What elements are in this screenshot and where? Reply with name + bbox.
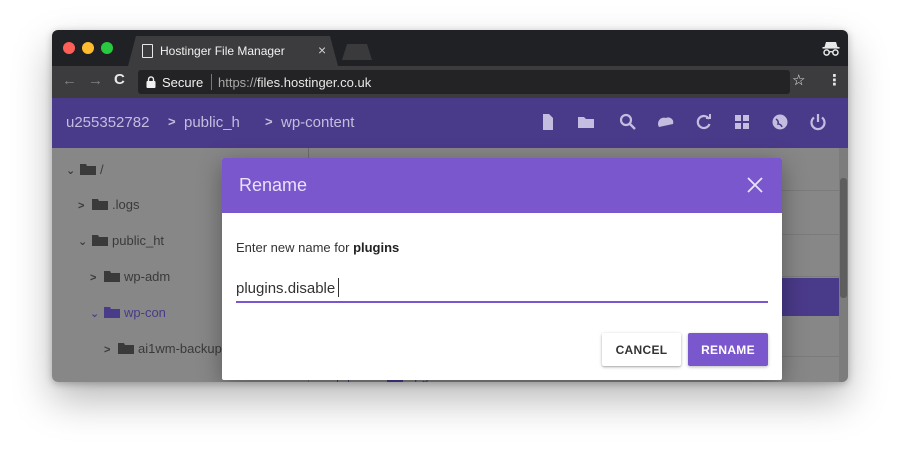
- url-text: https://files.hostinger.co.uk: [218, 75, 371, 90]
- dialog-prompt: Enter new name for plugins: [236, 240, 399, 255]
- breadcrumb-public[interactable]: public_h: [184, 114, 240, 131]
- tree-item-wp-admin[interactable]: > wp-adm: [90, 269, 170, 289]
- prompt-text: Enter new name for: [236, 240, 354, 255]
- new-folder-icon[interactable]: [576, 112, 596, 132]
- globe-icon[interactable]: [770, 112, 790, 132]
- tree-item-label: ai1wm-backups: [138, 341, 229, 356]
- rename-dialog: Rename Enter new name for plugins CANCEL…: [222, 158, 782, 380]
- tree-item-wp-content[interactable]: ⌄ wp-con: [90, 305, 166, 325]
- browser-toolbar: ← → C Secure https://files.hostinger.co.…: [52, 66, 848, 98]
- breadcrumb-wp-content[interactable]: wp-content: [281, 114, 354, 131]
- bookmark-star-icon[interactable]: ☆: [792, 71, 805, 89]
- list-scrollbar[interactable]: [839, 148, 848, 382]
- minimize-window-button[interactable]: [82, 42, 94, 54]
- folder-open-icon: [104, 307, 120, 318]
- secure-label: Secure: [162, 75, 204, 90]
- tab-close-icon[interactable]: ×: [318, 42, 326, 58]
- tree-item-label: public_ht: [112, 233, 165, 248]
- tree-item-label: wp-con: [124, 305, 166, 320]
- folder-icon: [104, 271, 120, 282]
- dialog-title: Rename: [239, 175, 308, 195]
- breadcrumb-arrow-icon: >: [168, 114, 176, 129]
- search-icon[interactable]: [618, 112, 638, 132]
- chevron-down-icon: ⌄: [90, 308, 100, 320]
- chevron-right-icon: >: [78, 200, 85, 212]
- browser-window: Hostinger File Manager × ← → C Secure ht…: [52, 30, 848, 382]
- back-icon[interactable]: ←: [62, 72, 77, 89]
- tree-item-label: wp-adm: [124, 269, 171, 284]
- address-bar[interactable]: Secure https://files.hostinger.co.uk: [138, 70, 790, 94]
- incognito-icon: [822, 42, 840, 56]
- breadcrumb-arrow-icon: >: [265, 114, 273, 129]
- forward-icon[interactable]: →: [88, 72, 103, 89]
- tab-title: Hostinger File Manager: [160, 44, 285, 58]
- rename-target: plugins: [353, 240, 400, 255]
- power-icon[interactable]: [808, 112, 828, 132]
- new-file-icon[interactable]: [538, 112, 558, 132]
- lock-icon: [146, 76, 156, 88]
- url-host: files.hostinger.co.uk: [257, 75, 372, 90]
- tree-item-logs[interactable]: > .logs: [78, 197, 139, 217]
- page-icon: [142, 44, 153, 58]
- upload-icon[interactable]: [656, 112, 676, 132]
- reload-icon[interactable]: C: [114, 71, 125, 88]
- cancel-button[interactable]: CANCEL: [602, 333, 681, 366]
- folder-open-icon: [92, 235, 108, 246]
- folder-open-icon: [80, 164, 96, 175]
- folder-icon: [92, 199, 108, 210]
- browser-menu-icon[interactable]: ⋮: [827, 71, 842, 89]
- breadcrumb-user[interactable]: u255352782: [66, 114, 149, 131]
- chevron-right-icon: >: [104, 344, 111, 356]
- grid-view-icon[interactable]: [732, 112, 752, 132]
- file-manager-header: u255352782 > public_h > wp-content: [52, 98, 848, 148]
- dialog-header: Rename: [222, 158, 782, 213]
- tree-item-ai1wm-backups[interactable]: > ai1wm-backups: [104, 341, 228, 361]
- url-separator: [211, 74, 212, 90]
- zoom-window-button[interactable]: [101, 42, 113, 54]
- folder-icon: [118, 343, 134, 354]
- tab-strip: Hostinger File Manager ×: [52, 30, 848, 66]
- close-window-button[interactable]: [63, 42, 75, 54]
- new-name-input[interactable]: [236, 275, 768, 303]
- tree-item-label: /: [100, 162, 104, 177]
- browser-tab[interactable]: Hostinger File Manager ×: [128, 36, 338, 66]
- chevron-right-icon: >: [90, 272, 97, 284]
- scrollbar-thumb[interactable]: [840, 178, 847, 298]
- new-tab-button[interactable]: [342, 44, 372, 60]
- tree-item-root[interactable]: ⌄ /: [66, 162, 104, 182]
- close-icon[interactable]: [746, 176, 764, 194]
- tree-item-public-html[interactable]: ⌄ public_ht: [78, 233, 164, 253]
- url-scheme: https://: [218, 75, 258, 90]
- refresh-icon[interactable]: [694, 112, 714, 132]
- text-caret: [338, 278, 339, 297]
- chevron-down-icon: ⌄: [66, 165, 76, 177]
- chevron-down-icon: ⌄: [78, 236, 88, 248]
- rename-button[interactable]: RENAME: [688, 333, 768, 366]
- tree-item-label: .logs: [112, 197, 140, 212]
